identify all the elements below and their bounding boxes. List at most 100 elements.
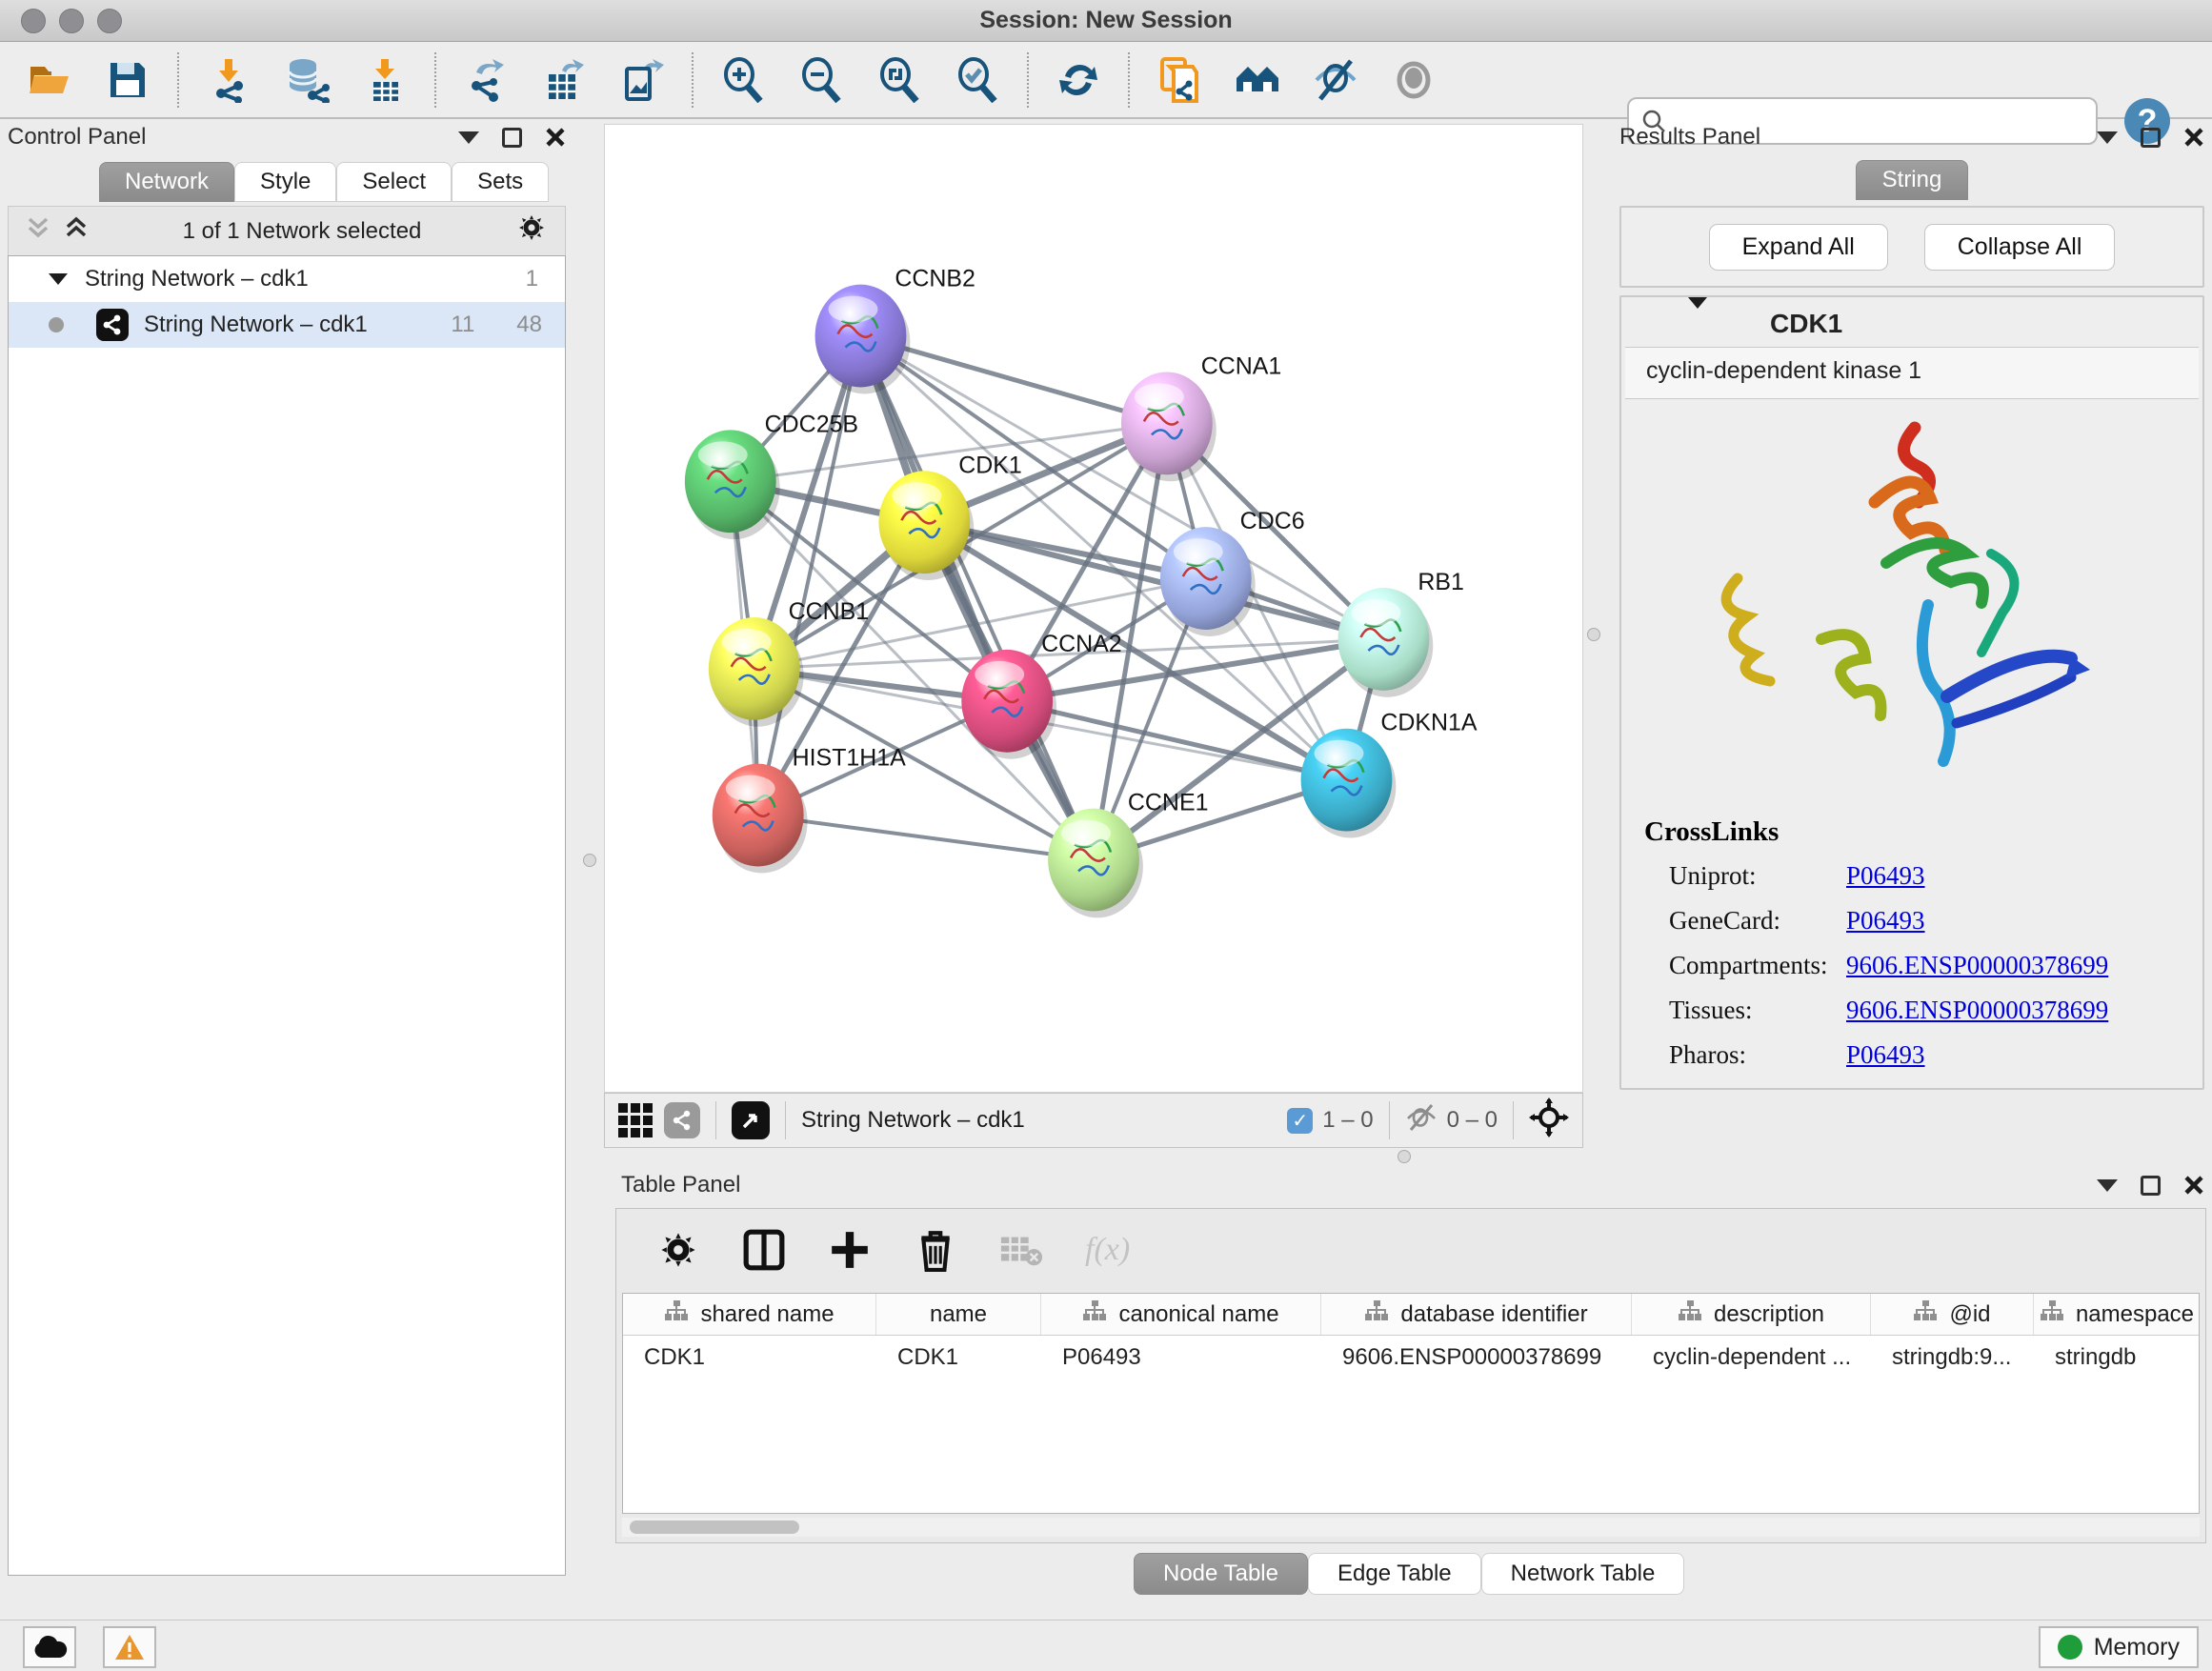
collapse-all-chevron-icon[interactable] xyxy=(26,215,50,247)
crosslink-link[interactable]: P06493 xyxy=(1846,861,1925,891)
table-cell[interactable]: stringdb xyxy=(2034,1336,2200,1379)
column-header--id[interactable]: @id xyxy=(1871,1294,2034,1335)
export-table-icon[interactable] xyxy=(539,55,589,105)
control-panel-float-icon[interactable] xyxy=(502,128,522,148)
memory-button[interactable]: Memory xyxy=(2039,1626,2199,1668)
network-options-gear-icon[interactable] xyxy=(515,211,548,251)
network-node-cdc6[interactable]: CDC6 xyxy=(1160,508,1305,636)
cloud-button[interactable] xyxy=(23,1626,76,1668)
window-minimize-button[interactable] xyxy=(59,9,84,33)
network-row[interactable]: String Network – cdk1 11 48 xyxy=(9,302,565,348)
tab-network[interactable]: Network xyxy=(99,162,234,202)
network-tree: String Network – cdk1 1 String Network –… xyxy=(8,255,566,1576)
hide-panel-eye-icon[interactable] xyxy=(1311,55,1360,105)
network-edge[interactable] xyxy=(758,336,861,815)
expand-all-button[interactable]: Expand All xyxy=(1709,224,1888,271)
column-header-canonical-name[interactable]: canonical name xyxy=(1041,1294,1321,1335)
birds-eye-view-icon[interactable] xyxy=(732,1101,770,1139)
control-panel-close-icon[interactable] xyxy=(545,127,566,148)
table-panel-float-icon[interactable] xyxy=(2141,1176,2161,1196)
export-network-icon[interactable] xyxy=(461,55,511,105)
column-label: database identifier xyxy=(1400,1301,1587,1328)
column-header-namespace[interactable]: namespace xyxy=(2034,1294,2200,1335)
network-graph[interactable]: CCNB2CCNA1CDC25BCDK1CDC6RB1CCNB1CCNA2CDK… xyxy=(605,125,1582,1092)
crosslink-link[interactable]: 9606.ENSP00000378699 xyxy=(1846,951,2108,980)
table-settings-gear-icon[interactable] xyxy=(656,1228,700,1272)
bottom-splitter-grip[interactable] xyxy=(1398,1150,1411,1163)
collapse-all-button[interactable]: Collapse All xyxy=(1924,224,2116,271)
network-node-cdkn1a[interactable]: CDKN1A xyxy=(1301,710,1478,838)
show-columns-icon[interactable] xyxy=(742,1228,786,1272)
table-panel-close-icon[interactable] xyxy=(2183,1175,2204,1196)
network-collection-row[interactable]: String Network – cdk1 1 xyxy=(9,256,565,302)
crosslink-link[interactable]: P06493 xyxy=(1846,906,1925,936)
results-panel-float-icon[interactable] xyxy=(2141,128,2161,148)
zoom-fit-icon[interactable] xyxy=(875,55,924,105)
tab-string[interactable]: String xyxy=(1856,160,1968,200)
show-panel-eye-icon[interactable] xyxy=(1389,55,1438,105)
table-cell[interactable]: CDK1 xyxy=(876,1336,1041,1379)
results-panel-menu-icon[interactable] xyxy=(2097,131,2118,144)
tab-sets[interactable]: Sets xyxy=(452,162,549,202)
left-splitter-grip[interactable] xyxy=(583,854,596,867)
add-column-icon[interactable] xyxy=(828,1228,872,1272)
network-share-icon[interactable] xyxy=(664,1102,700,1138)
table-cell[interactable]: P06493 xyxy=(1041,1336,1321,1379)
column-header-description[interactable]: description xyxy=(1632,1294,1871,1335)
column-header-shared-name[interactable]: shared name xyxy=(623,1294,876,1335)
tab-node-table[interactable]: Node Table xyxy=(1134,1553,1308,1595)
tab-select[interactable]: Select xyxy=(336,162,452,202)
column-header-database-identifier[interactable]: database identifier xyxy=(1321,1294,1632,1335)
window-close-button[interactable] xyxy=(21,9,46,33)
table-cell[interactable]: stringdb:9... xyxy=(1871,1336,2034,1379)
warning-button[interactable] xyxy=(103,1626,156,1668)
network-node-rb1[interactable]: RB1 xyxy=(1337,569,1463,697)
tab-edge-table[interactable]: Edge Table xyxy=(1308,1553,1481,1595)
scrollbar-handle[interactable] xyxy=(630,1520,799,1534)
import-network-file-icon[interactable] xyxy=(204,55,253,105)
import-network-database-icon[interactable] xyxy=(282,55,332,105)
node-table[interactable]: shared namenamecanonical name database id… xyxy=(622,1293,2200,1514)
window-zoom-button[interactable] xyxy=(97,9,122,33)
fit-selected-crosshair-icon[interactable] xyxy=(1529,1097,1569,1144)
expand-all-chevron-icon[interactable] xyxy=(64,215,89,247)
zoom-selected-icon[interactable] xyxy=(953,55,1002,105)
table-cell[interactable]: CDK1 xyxy=(623,1336,876,1379)
tab-network-table[interactable]: Network Table xyxy=(1481,1553,1685,1595)
control-panel-menu-icon[interactable] xyxy=(458,131,479,144)
network-node-cdk1[interactable]: CDK1 xyxy=(878,452,1021,580)
results-panel-close-icon[interactable] xyxy=(2183,127,2204,148)
right-splitter-grip[interactable] xyxy=(1587,628,1600,641)
network-edge[interactable] xyxy=(1007,701,1346,780)
network-edge[interactable] xyxy=(758,815,1094,860)
table-horizontal-scrollbar[interactable] xyxy=(622,1518,2200,1537)
table-panel-menu-icon[interactable] xyxy=(2097,1179,2118,1192)
network-view-canvas[interactable]: CCNB2CCNA1CDC25BCDK1CDC6RB1CCNB1CCNA2CDK… xyxy=(604,124,1583,1093)
delete-column-icon[interactable] xyxy=(914,1228,957,1272)
gene-collapse-icon[interactable] xyxy=(1688,309,1707,339)
tab-style[interactable]: Style xyxy=(234,162,336,202)
table-cell[interactable]: cyclin-dependent ... xyxy=(1632,1336,1871,1379)
collection-expand-icon[interactable] xyxy=(49,273,68,285)
home-networks-icon[interactable] xyxy=(1233,55,1282,105)
crosslink-link[interactable]: 9606.ENSP00000378699 xyxy=(1846,996,2108,1025)
network-edge[interactable] xyxy=(860,336,1094,860)
import-table-file-icon[interactable] xyxy=(360,55,410,105)
export-image-icon[interactable] xyxy=(617,55,667,105)
selected-nodes-checkbox-icon[interactable]: ✓ xyxy=(1287,1108,1313,1134)
network-node-ccnb2[interactable]: CCNB2 xyxy=(815,266,975,394)
string-protein-query-icon[interactable] xyxy=(1155,55,1204,105)
table-row[interactable]: CDK1CDK1P064939606.ENSP00000378699cyclin… xyxy=(623,1336,2199,1379)
apply-layout-icon[interactable] xyxy=(1054,55,1103,105)
column-header-name[interactable]: name xyxy=(876,1294,1041,1335)
open-session-icon[interactable] xyxy=(25,55,74,105)
crosslink-link[interactable]: P06493 xyxy=(1846,1040,1925,1070)
table-cell[interactable]: 9606.ENSP00000378699 xyxy=(1321,1336,1632,1379)
save-session-icon[interactable] xyxy=(103,55,152,105)
zoom-in-icon[interactable] xyxy=(718,55,768,105)
network-node-hist1h1a[interactable]: HIST1H1A xyxy=(713,745,906,874)
bottom-status-bar: Memory xyxy=(0,1620,2212,1671)
zoom-out-icon[interactable] xyxy=(796,55,846,105)
grid-view-icon[interactable] xyxy=(618,1103,653,1137)
network-node-ccna1[interactable]: CCNA1 xyxy=(1121,352,1281,481)
